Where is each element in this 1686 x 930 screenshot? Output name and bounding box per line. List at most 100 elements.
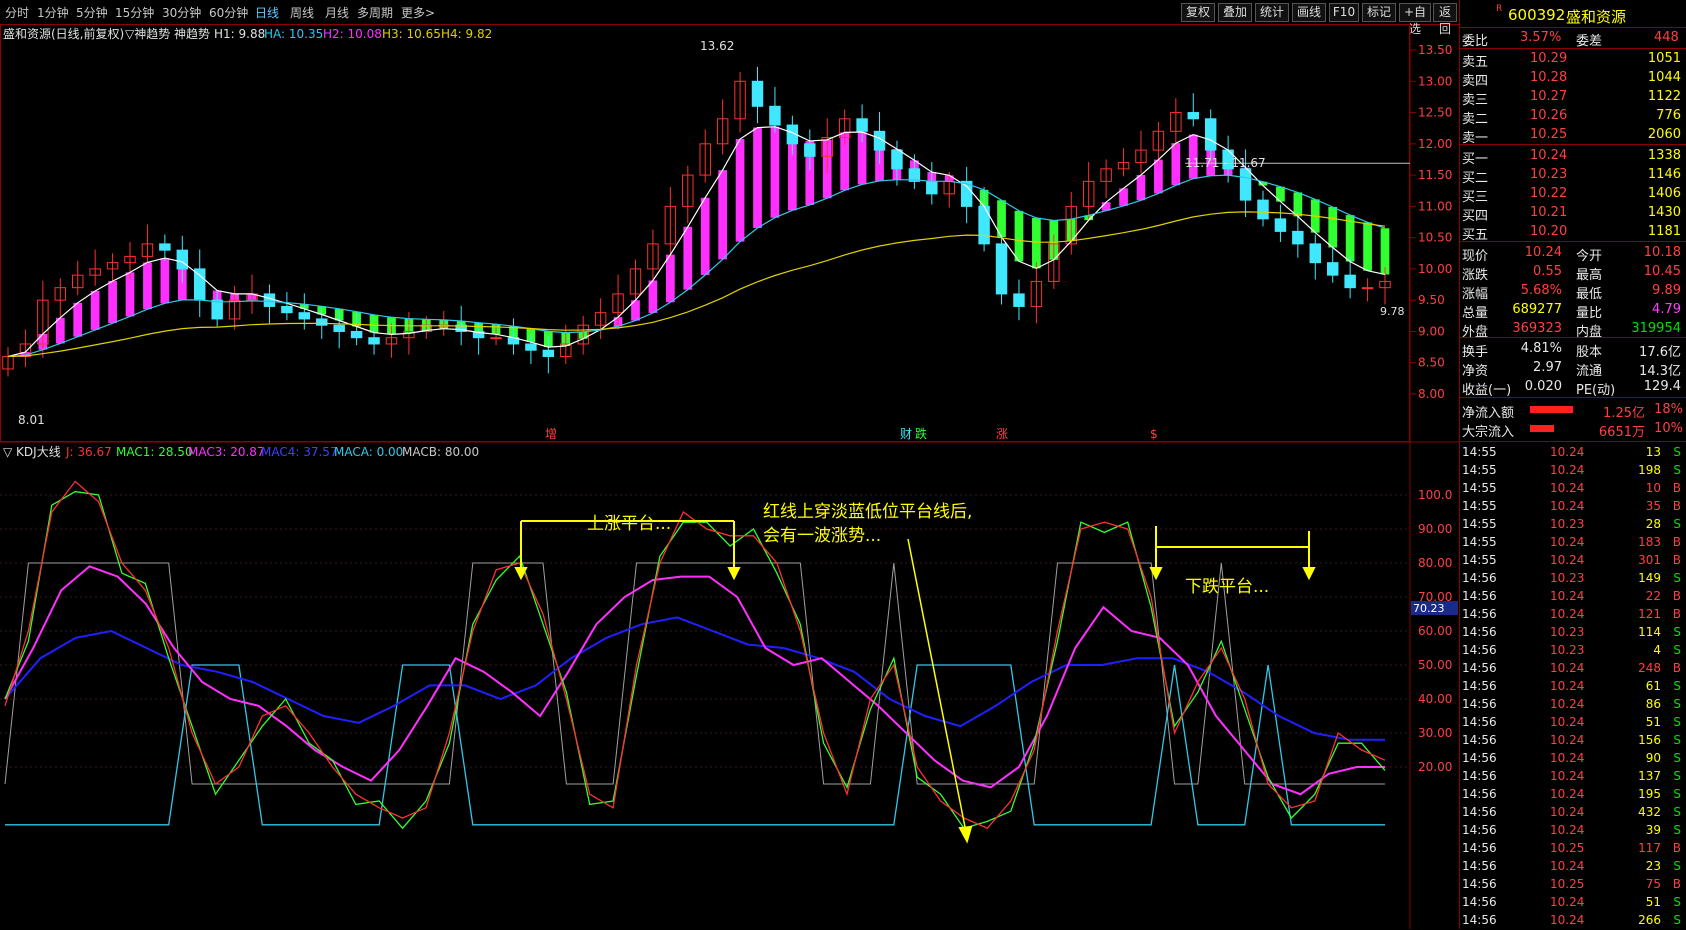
period-15min[interactable]: 15分钟 [115, 4, 154, 21]
stat-row: 涨跌 0.55 最高 10.45 [1462, 264, 1681, 283]
candle-body [1239, 168, 1252, 201]
kdj-tick-label: 100.0 [1418, 488, 1452, 502]
tick-row[interactable]: 14:56 10.24 23 S [1460, 858, 1686, 876]
last-price-label: 9.78 [1380, 305, 1405, 318]
candlesticks [2, 66, 1410, 377]
tick-row[interactable]: 14:56 10.24 90 S [1460, 750, 1686, 768]
candle-body [194, 268, 206, 301]
tick-row[interactable]: 14:55 10.24 35 B [1460, 498, 1686, 516]
low-price-label: 8.01 [18, 413, 45, 427]
bid-row[interactable]: 买三 10.22 1406 [1460, 185, 1686, 205]
candle-body [368, 337, 380, 345]
event-marker-zeng[interactable]: 增 [545, 427, 557, 441]
up-platform-left-head [514, 567, 528, 581]
tick-row[interactable]: 14:55 10.24 13 S [1460, 444, 1686, 462]
tick-row[interactable]: 14:56 10.24 137 S [1460, 768, 1686, 786]
period-weekly[interactable]: 周线 [290, 4, 314, 21]
stats-button[interactable]: 统计 [1255, 3, 1289, 22]
bid-row[interactable]: 买二 10.23 1146 [1460, 166, 1686, 186]
tick-row[interactable]: 14:56 10.24 51 S [1460, 894, 1686, 912]
tick-row[interactable]: 14:56 10.24 248 B [1460, 660, 1686, 678]
price-tick-label: 12.50 [1418, 106, 1452, 120]
period-60min[interactable]: 60分钟 [209, 4, 248, 21]
fuquan-button[interactable]: 复权 [1181, 3, 1215, 22]
candle-body [281, 305, 293, 314]
period-monthly[interactable]: 月线 [325, 4, 349, 21]
ha-legend: HA: 10.35 [264, 27, 323, 41]
tick-row[interactable]: 14:55 10.24 10 B [1460, 480, 1686, 498]
period-toolbar: 分时 1分钟 5分钟 15分钟 30分钟 60分钟 日线 周线 月线 多周期 更… [0, 0, 1459, 36]
f10-button[interactable]: F10 [1329, 3, 1359, 22]
candle-body [263, 293, 276, 307]
ask-row[interactable]: 卖四 10.28 1044 [1460, 69, 1686, 89]
mac1-legend: MAC1: 28.50 [116, 445, 193, 459]
period-fenshi[interactable]: 分时 [5, 4, 29, 21]
cross-text-line1: 红线上穿淡蓝低位平台线后, [763, 502, 973, 522]
tick-row[interactable]: 14:56 10.24 86 S [1460, 696, 1686, 714]
tick-row[interactable]: 14:56 10.24 61 S [1460, 678, 1686, 696]
overlay-button[interactable]: 叠加 [1218, 3, 1252, 22]
period-more[interactable]: 更多> [401, 4, 435, 21]
stat-row: 现价 10.24 今开 10.18 [1462, 245, 1681, 264]
kdj-tick-label: 60.00 [1418, 624, 1452, 638]
event-marker-die[interactable]: 跌 [915, 426, 927, 441]
tick-row[interactable]: 14:56 10.24 22 B [1460, 588, 1686, 606]
candle-body [1326, 262, 1339, 276]
candle-body [350, 330, 363, 339]
tick-row[interactable]: 14:56 10.25 117 B [1460, 840, 1686, 858]
chart-area[interactable]: 盛和资源(日线,前复权) ▽神趋势 神趋势 H1: 9.88 HA: 10.35… [0, 24, 1459, 929]
period-multi[interactable]: 多周期 [357, 4, 393, 21]
back-button[interactable]: 返回 [1433, 3, 1457, 36]
event-marker-dollar[interactable]: $ [1150, 427, 1158, 441]
tick-row[interactable]: 14:56 10.24 39 S [1460, 822, 1686, 840]
event-marker-zhang[interactable]: 涨 [996, 426, 1008, 441]
stat-row: 总量 689277 量比 4.79 [1462, 302, 1681, 321]
candle-body [211, 299, 223, 320]
kdj-tick-label: 30.00 [1418, 726, 1452, 740]
period-30min[interactable]: 30分钟 [162, 4, 201, 21]
period-5min[interactable]: 5分钟 [76, 4, 108, 21]
bid-row[interactable]: 买一 10.24 1338 [1460, 147, 1686, 167]
cursor-value-label: 70.23 [1413, 602, 1445, 615]
tick-row[interactable]: 14:56 10.24 432 S [1460, 804, 1686, 822]
event-marker-cai[interactable]: 财 [900, 427, 912, 441]
h2-legend: H2: 10.08 [323, 27, 382, 41]
ask-row[interactable]: 卖三 10.27 1122 [1460, 88, 1686, 108]
mac3-legend: MAC3: 20.87 [188, 445, 265, 459]
price-tick-label: 11.50 [1418, 168, 1452, 182]
weibi-row: 委比 3.57% 委差 448 [1462, 30, 1679, 49]
tick-row[interactable]: 14:55 10.24 198 S [1460, 462, 1686, 480]
tick-row[interactable]: 14:55 10.24 183 B [1460, 534, 1686, 552]
add-watchlist-button[interactable]: +自选 [1399, 3, 1431, 36]
tick-row[interactable]: 14:56 10.24 195 S [1460, 786, 1686, 804]
maca-legend: MACA: 0.00 [334, 445, 403, 459]
period-daily[interactable]: 日线 [255, 4, 279, 21]
period-1min[interactable]: 1分钟 [37, 4, 69, 21]
candle-body [1204, 118, 1217, 151]
candle-body [298, 312, 311, 320]
tick-row[interactable]: 14:56 10.24 266 S [1460, 912, 1686, 930]
candle-body [1187, 112, 1199, 120]
quote-title: R 600392 盛和资源 [1460, 4, 1686, 26]
tick-row[interactable]: 14:55 10.24 301 B [1460, 552, 1686, 570]
tick-row[interactable]: 14:56 10.24 156 S [1460, 732, 1686, 750]
tick-row[interactable]: 14:56 10.23 149 S [1460, 570, 1686, 588]
tick-row[interactable]: 14:55 10.23 28 S [1460, 516, 1686, 534]
h3-legend: H3: 10.65 [382, 27, 441, 41]
bid-row[interactable]: 买五 10.20 1181 [1460, 223, 1686, 243]
stat-row: 涨幅 5.68% 最低 9.89 [1462, 283, 1681, 302]
tick-row[interactable]: 14:56 10.23 114 S [1460, 624, 1686, 642]
tick-row[interactable]: 14:56 10.25 75 B [1460, 876, 1686, 894]
draw-button[interactable]: 画线 [1292, 3, 1326, 22]
ask-row[interactable]: 卖二 10.26 776 [1460, 107, 1686, 127]
ask-row[interactable]: 卖一 10.25 2060 [1460, 126, 1686, 146]
bid-row[interactable]: 买四 10.21 1430 [1460, 204, 1686, 224]
mark-button[interactable]: 标记 [1362, 3, 1396, 22]
tick-row[interactable]: 14:56 10.24 51 S [1460, 714, 1686, 732]
flow-bar [1530, 406, 1573, 413]
macb-legend: MACB: 80.00 [402, 445, 479, 459]
ask-row[interactable]: 卖五 10.29 1051 [1460, 50, 1686, 70]
cross-pointer-head [958, 825, 973, 844]
tick-row[interactable]: 14:56 10.24 121 B [1460, 606, 1686, 624]
tick-row[interactable]: 14:56 10.23 4 S [1460, 642, 1686, 660]
